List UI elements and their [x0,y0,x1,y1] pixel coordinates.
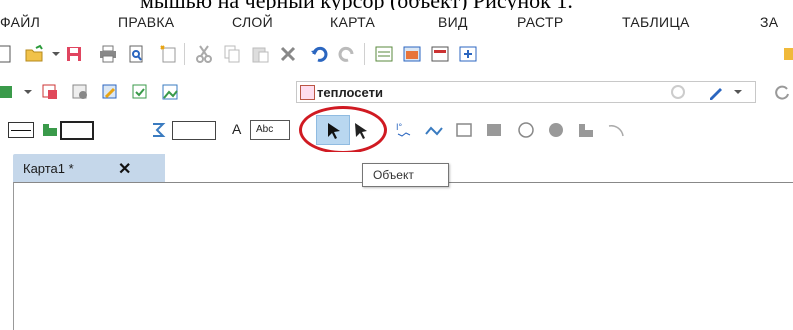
menu-edit[interactable]: ПРАВКА [118,14,174,30]
tab-label: Карта1 * [23,161,74,176]
menu-raster[interactable]: РАСТР [517,14,563,30]
chevron-down-icon[interactable] [46,44,66,64]
ellipse-tool-icon[interactable] [516,120,536,140]
map-window[interactable] [13,182,793,330]
print-icon[interactable] [98,44,118,64]
layer-properties-icon[interactable] [70,82,90,102]
line-style-swatch[interactable] [8,122,34,138]
map-window-icon[interactable] [402,44,422,64]
edit-layer-icon[interactable] [100,82,120,102]
menu-bar: ФАЙЛ ПРАВКА СЛОЙ КАРТА ВИД РАСТР ТАБЛИЦА… [0,10,793,36]
undo-icon[interactable] [310,44,330,64]
text-style-sample: Abc [256,124,274,135]
menu-more[interactable]: ЗА [760,14,778,30]
toolbar-separator [364,43,365,65]
browser-window-icon[interactable] [374,44,394,64]
save-icon[interactable] [64,44,84,64]
menu-map[interactable]: КАРТА [330,14,375,30]
print-preview-icon[interactable] [126,44,146,64]
polyline-tool-icon[interactable] [424,120,444,140]
label-tool-icon[interactable]: Ι° [394,120,414,140]
refresh-icon[interactable] [772,82,792,102]
tool-icon[interactable] [782,44,793,64]
copy-icon[interactable] [222,44,242,64]
tab-map1[interactable]: Карта1 * ✕ [13,154,165,182]
new-document-icon[interactable] [0,44,14,64]
menu-layer[interactable]: СЛОЙ [232,14,273,30]
menu-view[interactable]: ВИД [438,14,468,30]
chevron-down-icon[interactable] [18,82,38,102]
layer-icon [300,85,315,100]
text-style-label: A [232,121,242,137]
tooltip: Объект [362,163,449,187]
layer-toolbar: теплосети [0,76,793,112]
chevron-down-icon[interactable] [728,82,748,102]
region-style-swatch[interactable] [60,121,94,140]
symbol-style-swatch[interactable] [172,121,216,140]
menu-file[interactable]: ФАЙЛ [0,14,40,30]
filled-ellipse-tool-icon[interactable] [546,120,566,140]
layout-window-icon[interactable] [430,44,450,64]
layer-control-icon[interactable] [40,82,60,102]
delete-icon[interactable] [278,44,298,64]
redo-icon[interactable] [336,44,356,64]
close-icon[interactable]: ✕ [118,159,131,179]
layer-image-icon[interactable] [160,82,180,102]
filled-rectangle-tool-icon[interactable] [484,120,504,140]
svg-text:Ι°: Ι° [396,122,403,132]
cut-icon[interactable] [194,44,214,64]
toolbar-separator [184,43,185,65]
paste-icon[interactable] [250,44,270,64]
document-caption-fragment: мышью на черный курсор (объект) Рисунок … [0,0,793,10]
legend-window-icon[interactable] [458,44,478,64]
info-tool-icon[interactable] [668,82,688,102]
text-style-swatch[interactable]: Abc [250,120,290,140]
region-style-icon[interactable] [40,120,60,140]
annotation-circle [299,106,387,154]
symbol-style-icon[interactable] [148,120,168,140]
drawing-toolbar: A Abc Ι° [0,112,793,148]
arc-tool-icon[interactable] [606,120,626,140]
select-layer-icon[interactable] [130,82,150,102]
add-layer-icon[interactable] [0,82,14,102]
rectangle-tool-icon[interactable] [454,120,474,140]
menu-table[interactable]: ТАБЛИЦА [622,14,690,30]
standard-toolbar [0,36,793,72]
pencil-icon[interactable] [706,82,726,102]
polygon-tool-icon[interactable] [576,120,596,140]
editable-layer-value: теплосети [317,85,383,100]
tooltip-text: Объект [373,168,414,182]
new-workspace-icon[interactable] [158,44,178,64]
open-folder-icon[interactable] [24,44,44,64]
